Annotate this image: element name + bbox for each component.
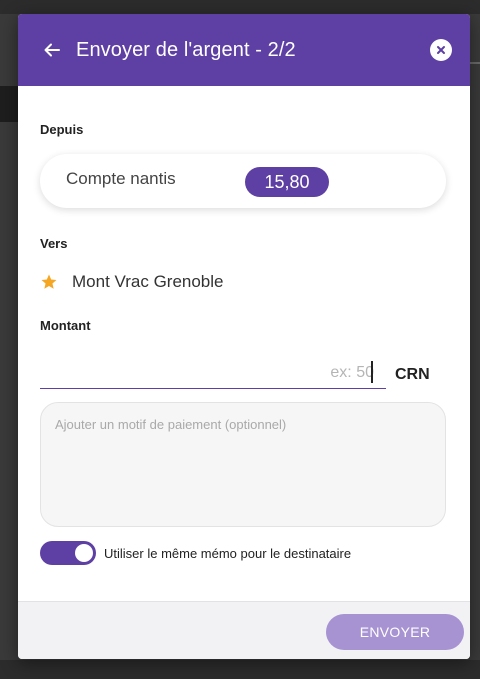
arrow-left-icon[interactable] [42,40,62,60]
star-icon[interactable] [40,273,58,291]
same-memo-label: Utiliser le même mémo pour le destinatai… [104,545,352,561]
from-label: Depuis [40,122,84,137]
dialog-footer: ENVOYER [18,601,470,659]
dialog-title: Envoyer de l'argent - 2/2 [76,38,296,61]
recipient-name: Mont Vrac Grenoble [72,272,224,291]
toggle-knob [75,544,93,562]
memo-textarea[interactable] [40,402,446,527]
close-button[interactable] [430,39,452,61]
send-button[interactable]: ENVOYER [326,614,464,650]
recipient: Mont Vrac Grenoble [40,272,224,292]
text-caret [371,361,373,383]
memo-toggle-row: Utiliser le même mémo pour le destinatai… [40,541,351,565]
currency-label: CRN [395,366,430,383]
account-name: Compte nantis [66,169,176,188]
amount-input[interactable] [40,357,386,389]
backdrop-edge [0,86,18,122]
dialog-header: Envoyer de l'argent - 2/2 [18,14,470,86]
backdrop-top [0,0,480,14]
source-account-card[interactable]: Compte nantis 15,80 [40,154,446,208]
send-money-dialog: Envoyer de l'argent - 2/2 Depuis Compte … [18,14,470,659]
close-icon [437,46,445,54]
balance-badge: 15,80 [245,167,329,197]
backdrop-divider [470,62,480,64]
backdrop-bottom [0,660,480,679]
same-memo-toggle[interactable] [40,541,96,565]
to-label: Vers [40,236,68,251]
amount-label: Montant [40,318,91,333]
